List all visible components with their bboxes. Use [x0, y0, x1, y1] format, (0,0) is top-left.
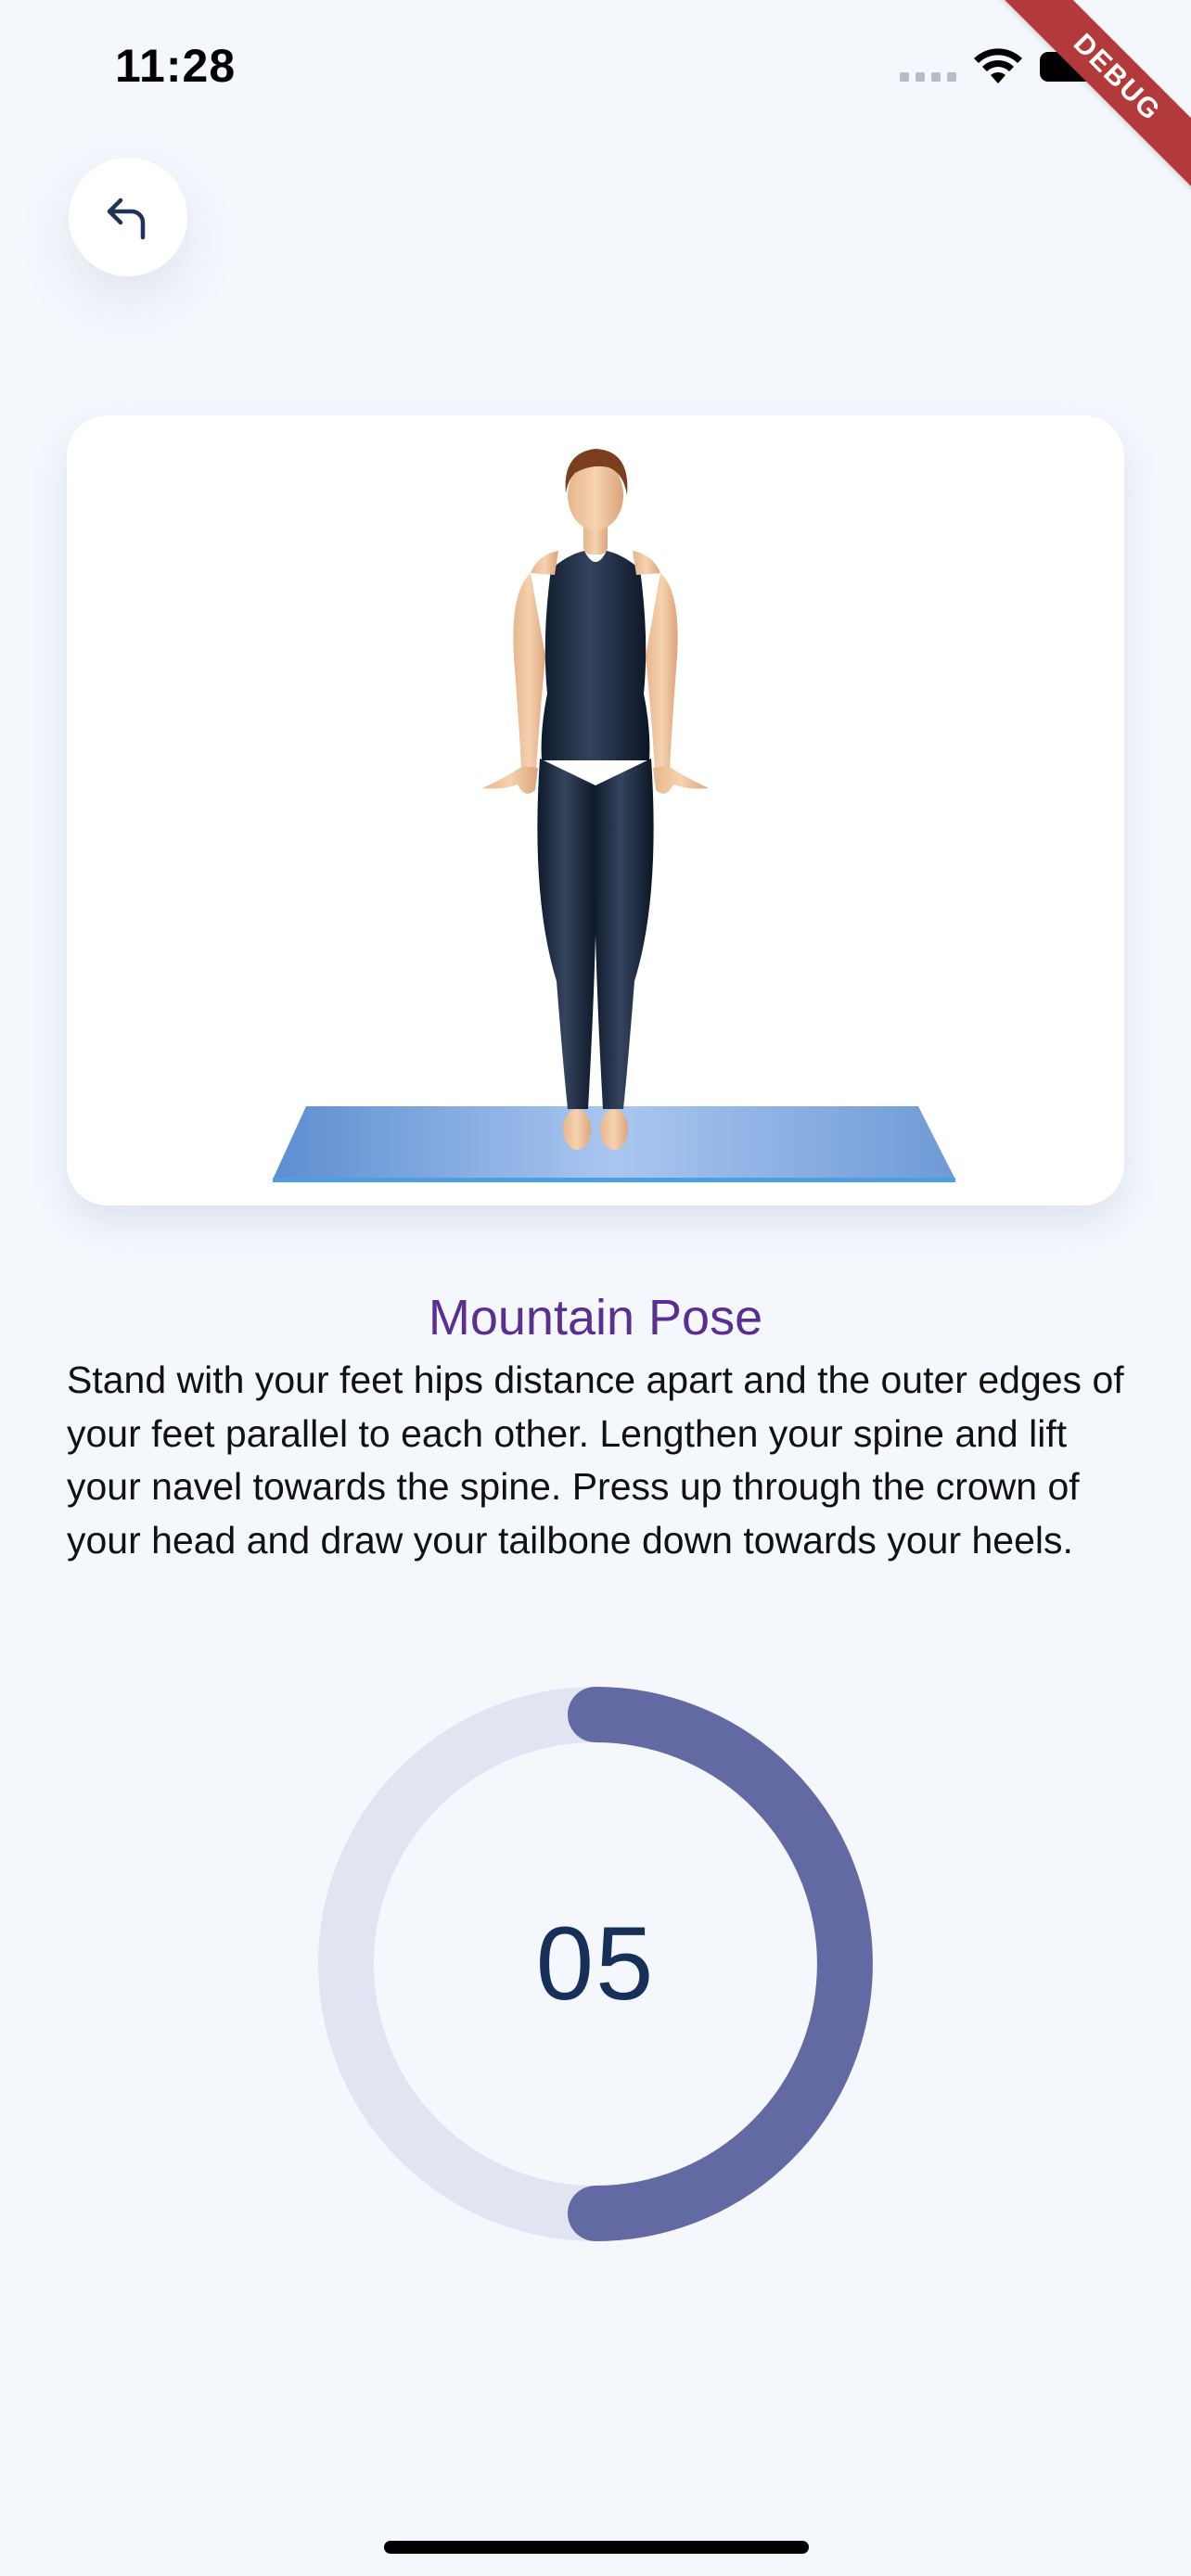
countdown-timer: 05 [317, 1686, 874, 2242]
pose-image-card [67, 415, 1124, 1205]
wifi-icon [974, 48, 1022, 83]
mountain-pose-figure-illustration [273, 449, 955, 1182]
pose-title: Mountain Pose [428, 1290, 763, 1345]
back-arrow-icon [107, 198, 146, 240]
pose-description: Stand with your feet hips distance apart… [67, 1358, 1124, 1562]
home-indicator [384, 2541, 809, 2554]
timer-count: 05 [535, 1906, 656, 2021]
status-bar: 11:28 [0, 0, 1191, 139]
cellular-signal-icon [900, 72, 956, 82]
status-time: 11:28 [115, 40, 237, 92]
back-button[interactable] [69, 158, 187, 276]
